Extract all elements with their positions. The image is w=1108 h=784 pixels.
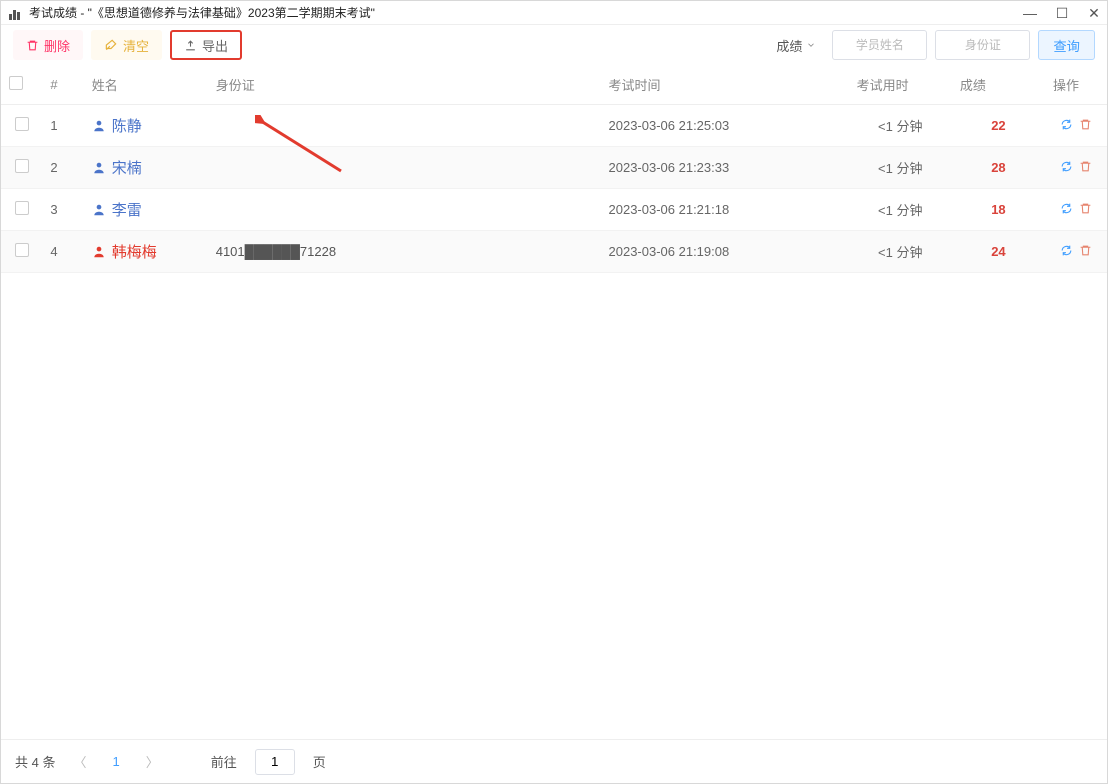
idcard-input[interactable] [935, 30, 1030, 60]
results-table: # 姓名 身份证 考试时间 考试用时 成绩 操作 1 陈静 2023-03-06 2… [1, 65, 1107, 273]
clear-label: 清空 [123, 36, 149, 55]
row-time: 2023-03-06 21:21:18 [601, 189, 849, 231]
row-idcard [208, 147, 601, 189]
minimize-button[interactable]: — [1023, 6, 1037, 20]
person-icon [92, 203, 106, 217]
th-index: # [42, 65, 83, 105]
student-name-link[interactable]: 李雷 [92, 199, 142, 220]
student-name: 陈静 [112, 115, 142, 136]
refresh-icon[interactable] [1060, 160, 1073, 173]
pagination-bar: 共 4 条 〈 1 〉 前往 页 [1, 739, 1107, 783]
delete-button[interactable]: 删除 [13, 30, 83, 60]
row-checkbox[interactable] [15, 117, 29, 131]
table-header-row: # 姓名 身份证 考试时间 考试用时 成绩 操作 [1, 65, 1107, 105]
toolbar: 删除 清空 导出 成绩 查询 [1, 25, 1107, 65]
delete-label: 删除 [44, 36, 70, 55]
person-icon [92, 161, 106, 175]
goto-page-input[interactable] [255, 749, 295, 775]
student-name-link[interactable]: 陈静 [92, 115, 142, 136]
row-time: 2023-03-06 21:25:03 [601, 105, 849, 147]
student-name: 韩梅梅 [112, 241, 157, 262]
row-duration: <1 分钟 [849, 189, 952, 231]
refresh-icon[interactable] [1060, 118, 1073, 131]
th-score: 成绩 [952, 65, 1045, 105]
next-page-button[interactable]: 〉 [142, 752, 163, 771]
row-index: 3 [42, 189, 83, 231]
trash-icon[interactable] [1079, 160, 1092, 173]
th-name: 姓名 [84, 65, 208, 105]
trash-icon[interactable] [1079, 118, 1092, 131]
refresh-icon[interactable] [1060, 202, 1073, 215]
table-row: 2 宋楠 2023-03-06 21:23:33<1 分钟 28 [1, 147, 1107, 189]
goto-label-pre: 前往 [211, 752, 237, 771]
th-op: 操作 [1045, 65, 1107, 105]
maximize-button[interactable]: ☐ [1055, 6, 1069, 20]
student-name: 宋楠 [112, 157, 142, 178]
content-area: # 姓名 身份证 考试时间 考试用时 成绩 操作 1 陈静 2023-03-06 2… [1, 65, 1107, 739]
goto-label-post: 页 [313, 752, 326, 771]
select-all-checkbox[interactable] [9, 76, 23, 90]
row-index: 2 [42, 147, 83, 189]
trash-icon [26, 39, 39, 52]
student-name-link[interactable]: 宋楠 [92, 157, 142, 178]
broom-icon [104, 38, 118, 52]
table-row: 3 李雷 2023-03-06 21:21:18<1 分钟 18 [1, 189, 1107, 231]
app-window: 考试成绩 - "《思想道德修养与法律基础》2023第二学期期末考试" — ☐ ✕… [0, 0, 1108, 784]
row-duration: <1 分钟 [849, 231, 952, 273]
row-index: 4 [42, 231, 83, 273]
student-name: 李雷 [112, 199, 142, 220]
th-duration: 考试用时 [849, 65, 952, 105]
row-index: 1 [42, 105, 83, 147]
student-name-input[interactable] [832, 30, 927, 60]
row-duration: <1 分钟 [849, 147, 952, 189]
row-score: 22 [991, 118, 1005, 133]
sort-label: 成绩 [776, 36, 802, 55]
total-count: 共 4 条 [15, 752, 55, 771]
clear-button[interactable]: 清空 [91, 30, 162, 60]
row-score: 24 [991, 244, 1005, 259]
person-icon [92, 119, 106, 133]
table-row: 1 陈静 2023-03-06 21:25:03<1 分钟 22 [1, 105, 1107, 147]
trash-icon[interactable] [1079, 202, 1092, 215]
prev-page-button[interactable]: 〈 [69, 752, 90, 771]
chevron-down-icon [806, 40, 816, 50]
sort-select[interactable]: 成绩 [768, 30, 824, 60]
row-time: 2023-03-06 21:19:08 [601, 231, 849, 273]
refresh-icon[interactable] [1060, 244, 1073, 257]
current-page[interactable]: 1 [104, 754, 127, 769]
query-button[interactable]: 查询 [1038, 30, 1095, 60]
window-title: 考试成绩 - "《思想道德修养与法律基础》2023第二学期期末考试" [29, 4, 375, 21]
trash-icon[interactable] [1079, 244, 1092, 257]
row-idcard [208, 189, 601, 231]
person-icon [92, 245, 106, 259]
th-idcard: 身份证 [208, 65, 601, 105]
row-duration: <1 分钟 [849, 105, 952, 147]
row-checkbox[interactable] [15, 243, 29, 257]
student-name-link[interactable]: 韩梅梅 [92, 241, 157, 262]
export-icon [184, 39, 197, 52]
row-idcard: 4101██████71228 [208, 231, 601, 273]
window-controls: — ☐ ✕ [1023, 6, 1101, 20]
row-checkbox[interactable] [15, 159, 29, 173]
export-button[interactable]: 导出 [170, 30, 242, 60]
th-time: 考试时间 [601, 65, 849, 105]
row-time: 2023-03-06 21:23:33 [601, 147, 849, 189]
export-label: 导出 [202, 36, 228, 55]
app-logo-icon [9, 6, 23, 20]
row-checkbox[interactable] [15, 201, 29, 215]
titlebar: 考试成绩 - "《思想道德修养与法律基础》2023第二学期期末考试" — ☐ ✕ [1, 1, 1107, 25]
table-row: 4 韩梅梅 4101██████712282023-03-06 21:19:08<1… [1, 231, 1107, 273]
row-idcard [208, 105, 601, 147]
row-score: 18 [991, 202, 1005, 217]
close-button[interactable]: ✕ [1087, 6, 1101, 20]
row-score: 28 [991, 160, 1005, 175]
